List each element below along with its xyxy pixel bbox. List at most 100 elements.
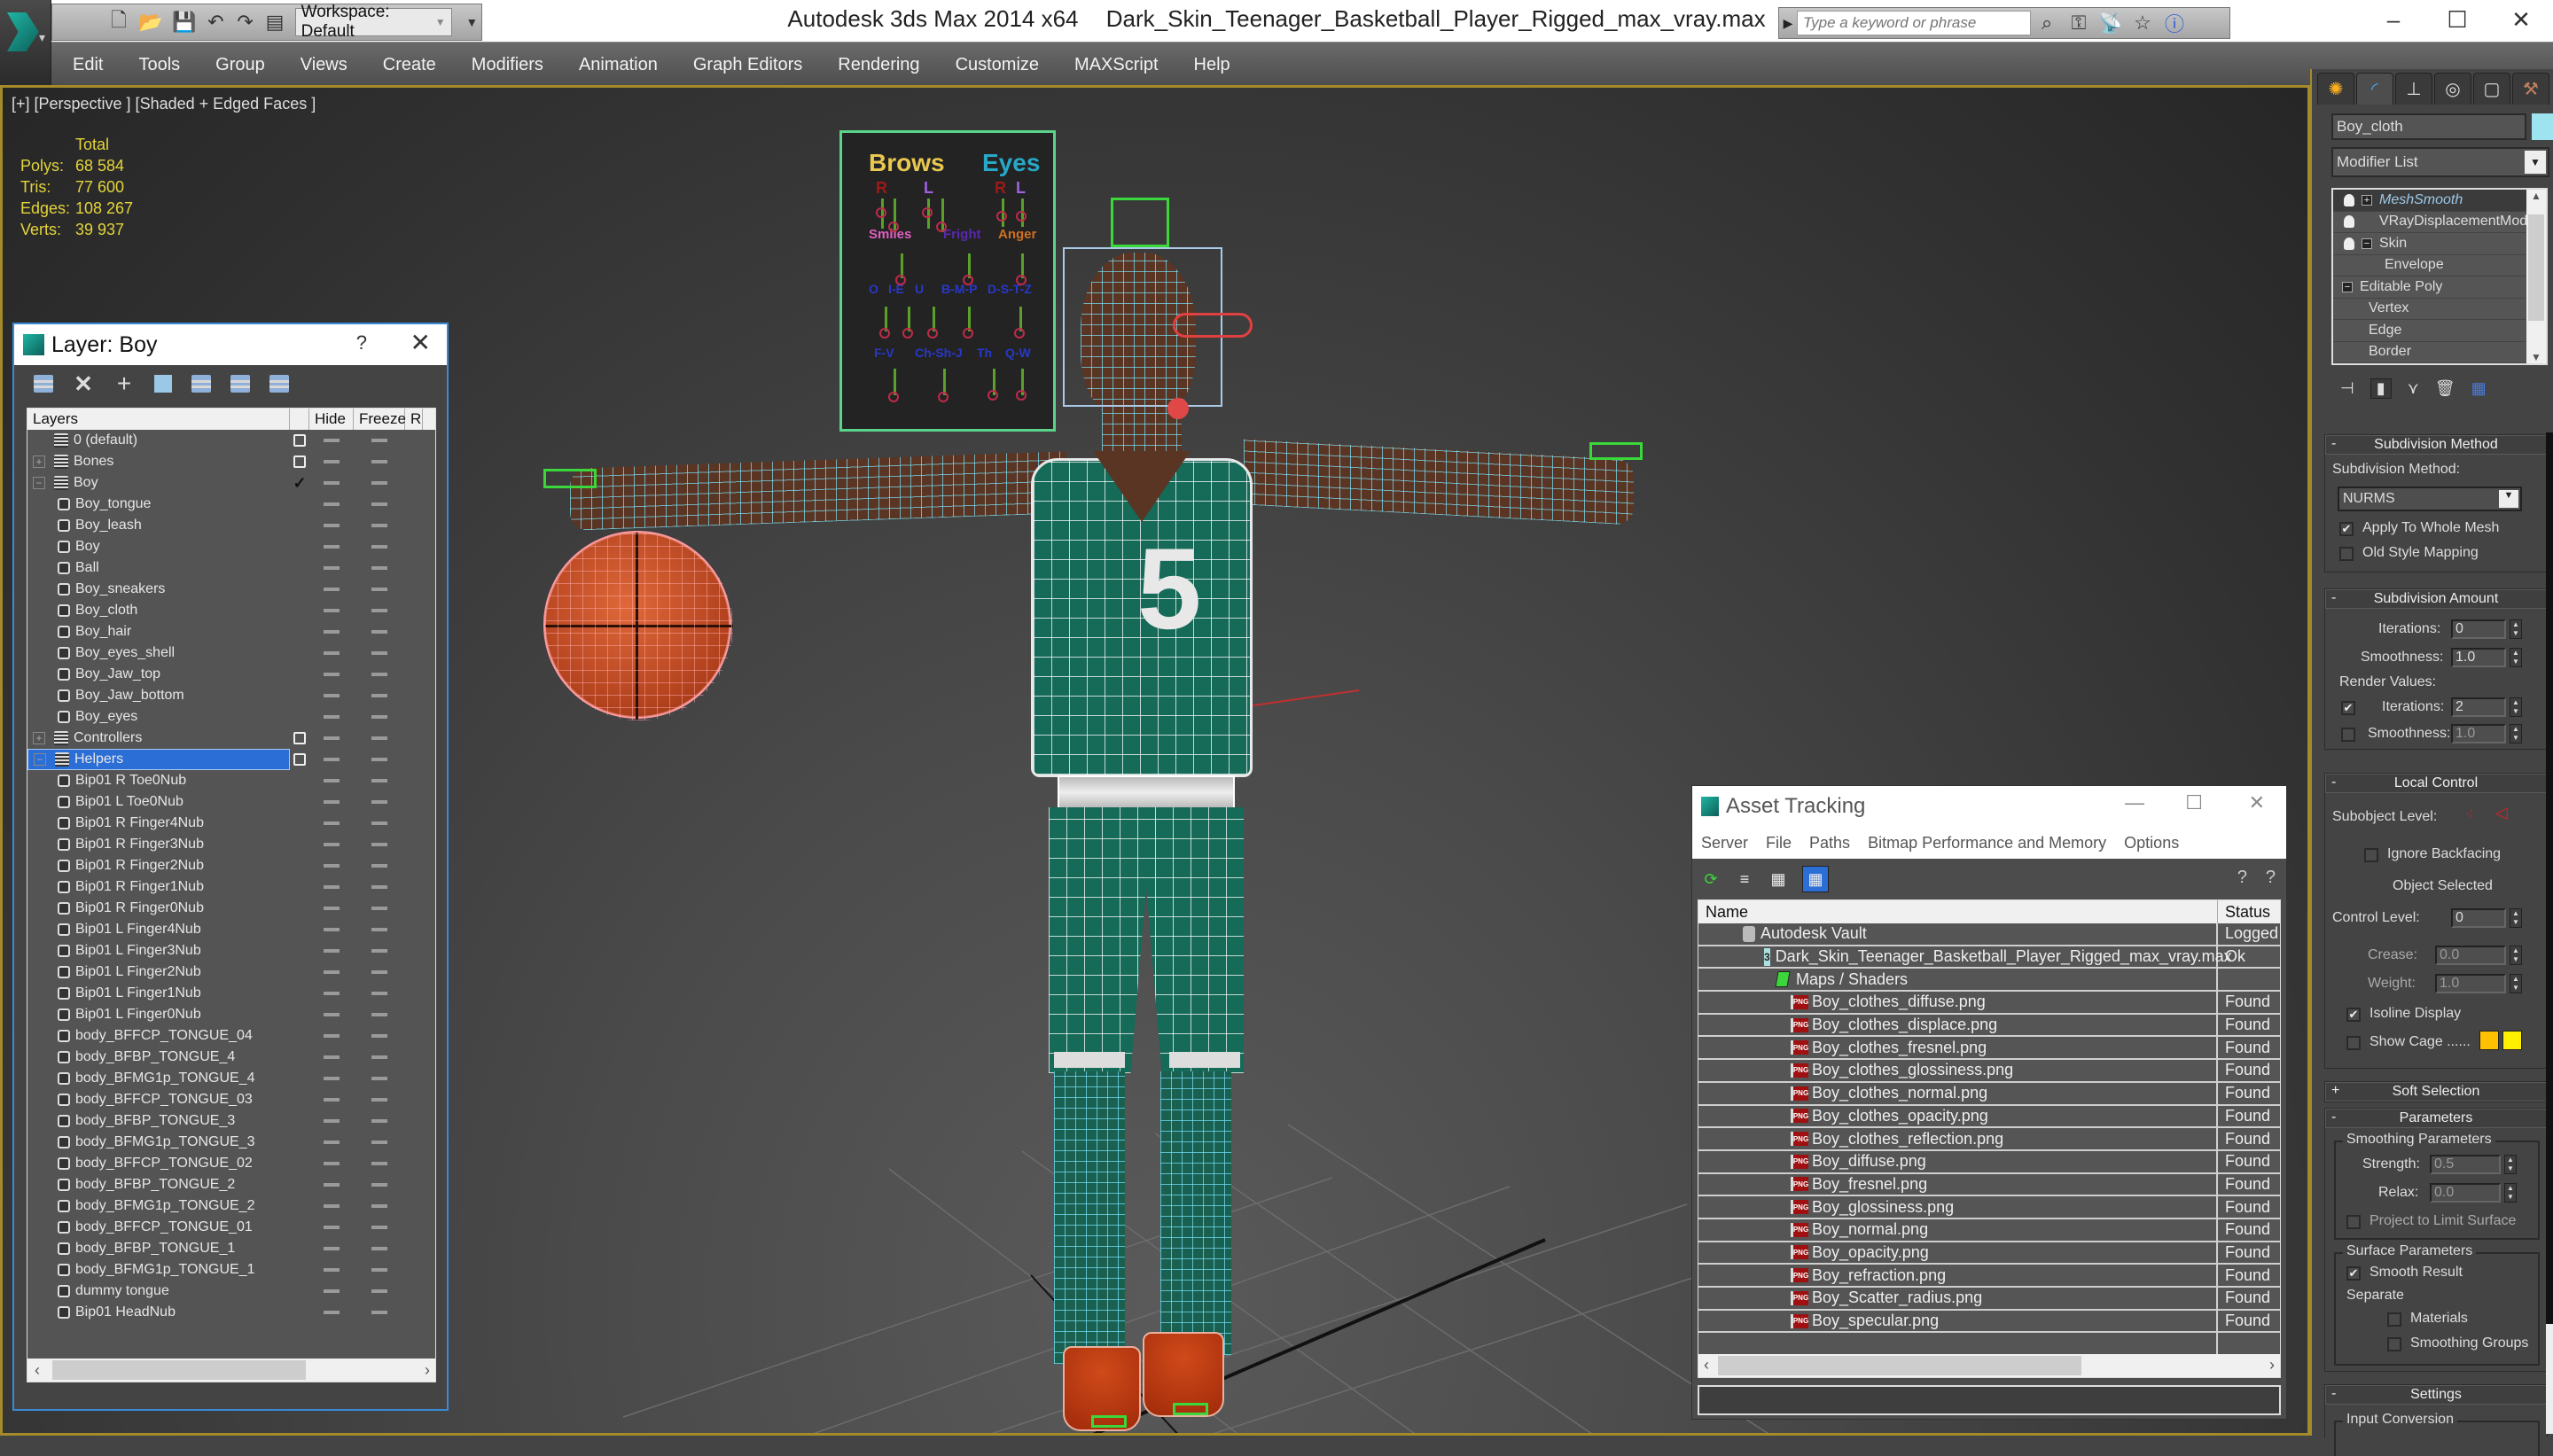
freeze-toggle[interactable]: [354, 566, 405, 570]
hide-toggle[interactable]: [309, 1311, 354, 1314]
hide-toggle[interactable]: [309, 864, 354, 868]
layer-name-cell[interactable]: Bip01 R Finger0Nub: [27, 898, 290, 919]
hide-toggle[interactable]: [309, 736, 354, 740]
menu-modifiers[interactable]: Modifiers: [472, 55, 543, 75]
help-icon[interactable]: ⓘ: [2159, 9, 2190, 37]
layer-row[interactable]: 0 (default): [27, 430, 435, 451]
current-layer-cell[interactable]: [290, 434, 309, 447]
freeze-toggle[interactable]: [354, 736, 405, 740]
layer-name-cell[interactable]: Bip01 R Finger2Nub: [27, 855, 290, 876]
asset-row[interactable]: PNG Boy_fresnel.png Found: [1698, 1173, 2280, 1197]
object-row[interactable]: Boy_cloth: [27, 600, 435, 621]
hide-toggle[interactable]: [309, 566, 354, 570]
rollout-header[interactable]: - Settings: [2325, 1385, 2547, 1405]
hide-toggle[interactable]: [309, 1055, 354, 1059]
scrollbar-thumb[interactable]: [2546, 1324, 2553, 1434]
layer-name-cell[interactable]: body_BFFCP_TONGUE_01: [27, 1217, 290, 1238]
server-help-icon[interactable]: ?: [2237, 868, 2247, 888]
layer-name-cell[interactable]: Bip01 R Finger3Nub: [27, 834, 290, 855]
layer-name-cell[interactable]: Bip01 HeadNub: [27, 1302, 290, 1323]
freeze-toggle[interactable]: [354, 715, 405, 719]
layers-column-header[interactable]: Layers: [27, 409, 290, 430]
layer-row[interactable]: + Controllers: [27, 728, 435, 749]
object-row[interactable]: body_BFBP_TONGUE_2: [27, 1174, 435, 1195]
slider-knob[interactable]: [888, 222, 899, 232]
hide-toggle[interactable]: [309, 1289, 354, 1293]
freeze-toggle[interactable]: [354, 694, 405, 697]
hide-toggle[interactable]: [309, 758, 354, 761]
hide-toggle[interactable]: [309, 673, 354, 676]
scroll-left-icon[interactable]: ‹: [35, 1361, 40, 1380]
object-row[interactable]: Bip01 L Finger0Nub: [27, 1004, 435, 1025]
asset-row[interactable]: Autodesk Vault Logged Out: [1698, 923, 2280, 946]
freeze-toggle[interactable]: [354, 1055, 405, 1059]
layer-name-cell[interactable]: body_BFBP_TONGUE_3: [27, 1110, 290, 1132]
menu-maxscript[interactable]: MAXScript: [1074, 55, 1158, 75]
hide-toggle[interactable]: [309, 481, 354, 485]
asset-row[interactable]: 3 Dark_Skin_Teenager_Basketball_Player_Ri…: [1698, 946, 2280, 969]
layer-name-cell[interactable]: Boy_eyes: [27, 706, 290, 728]
freeze-toggle[interactable]: [354, 864, 405, 868]
layer-name-cell[interactable]: body_BFFCP_TONGUE_04: [27, 1025, 290, 1047]
asset-row[interactable]: PNG Boy_refraction.png Found: [1698, 1265, 2280, 1288]
object-row[interactable]: dummy tongue: [27, 1281, 435, 1302]
render-iterations-field[interactable]: 2: [2451, 697, 2506, 717]
iterations-spinner-field[interactable]: 0: [2451, 619, 2506, 639]
hide-toggle[interactable]: [309, 1247, 354, 1250]
object-row[interactable]: Bip01 L Toe0Nub: [27, 791, 435, 813]
freeze-toggle[interactable]: [354, 970, 405, 974]
collapse-icon[interactable]: −: [2362, 237, 2372, 249]
layer-settings-icon[interactable]: [269, 375, 289, 393]
hide-toggle[interactable]: [309, 1204, 354, 1208]
key-icon[interactable]: ⚿: [2063, 12, 2095, 35]
expand-search-icon[interactable]: ▶: [1779, 16, 1797, 31]
cage-color-swatch-1[interactable]: [2479, 1031, 2499, 1050]
modifier-stack-item[interactable]: Border: [2333, 342, 2546, 363]
menu-group[interactable]: Group: [215, 55, 265, 75]
layer-name-cell[interactable]: body_BFBP_TONGUE_4: [27, 1047, 290, 1068]
highlight-selected-layer-icon[interactable]: [191, 375, 211, 393]
edge-level-icon[interactable]: ◁: [2495, 804, 2508, 822]
layer-name-cell[interactable]: Bip01 L Toe0Nub: [27, 791, 290, 813]
layer-name-cell[interactable]: body_BFMG1p_TONGUE_4: [27, 1068, 290, 1089]
object-row[interactable]: body_BFBP_TONGUE_4: [27, 1047, 435, 1068]
freeze-toggle[interactable]: [354, 1013, 405, 1016]
layer-name-cell[interactable]: Boy_eyes_shell: [27, 642, 290, 664]
layer-name-cell[interactable]: Bip01 L Finger2Nub: [27, 962, 290, 983]
object-row[interactable]: Boy_sneakers: [27, 579, 435, 600]
project-limit-checkbox[interactable]: [2346, 1215, 2361, 1229]
subdivision-method-select[interactable]: NURMS ▼: [2338, 487, 2522, 511]
freeze-toggle[interactable]: [354, 885, 405, 889]
materials-checkbox[interactable]: [2387, 1312, 2401, 1327]
freeze-toggle[interactable]: [354, 992, 405, 995]
slider-knob[interactable]: [1016, 211, 1027, 222]
object-row[interactable]: Boy_eyes_shell: [27, 642, 435, 664]
relax-field[interactable]: 0.0: [2430, 1183, 2501, 1203]
maximize-button[interactable]: ☐: [2185, 791, 2203, 814]
menu-file[interactable]: File: [1766, 834, 1792, 853]
object-row[interactable]: Bip01 L Finger4Nub: [27, 919, 435, 940]
lightbulb-icon[interactable]: [2344, 237, 2354, 250]
layer-name-cell[interactable]: Bip01 R Finger1Nub: [27, 876, 290, 898]
asset-row[interactable]: PNG Boy_clothes_reflection.png Found: [1698, 1128, 2280, 1151]
freeze-toggle[interactable]: [354, 524, 405, 527]
slider-knob[interactable]: [1014, 328, 1025, 339]
hide-toggle[interactable]: [309, 715, 354, 719]
add-to-layer-icon[interactable]: +: [113, 370, 135, 397]
configure-modifier-sets-icon[interactable]: ▦: [2471, 379, 2487, 398]
weight-arrows[interactable]: ▲ ▼: [2510, 974, 2522, 993]
asset-row[interactable]: PNG Boy_diffuse.png Found: [1698, 1150, 2280, 1174]
isoline-display-checkbox[interactable]: ✔: [2346, 1008, 2361, 1022]
lightbulb-icon[interactable]: [2344, 215, 2354, 229]
hide-toggle[interactable]: [309, 907, 354, 910]
menu-paths[interactable]: Paths: [1809, 834, 1850, 853]
object-row[interactable]: body_BFMG1p_TONGUE_1: [27, 1259, 435, 1281]
hide-toggle[interactable]: [309, 502, 354, 506]
object-row[interactable]: body_BFBP_TONGUE_1: [27, 1238, 435, 1259]
current-layer-checkbox[interactable]: [293, 732, 306, 744]
freeze-toggle[interactable]: [354, 949, 405, 953]
modifier-stack-scrollbar[interactable]: ▲ ▼: [2526, 190, 2546, 363]
hide-toggle[interactable]: [309, 821, 354, 825]
modifier-list-dropdown[interactable]: Modifier List ▼: [2331, 147, 2549, 177]
asset-row[interactable]: PNG Boy_clothes_fresnel.png Found: [1698, 1037, 2280, 1061]
